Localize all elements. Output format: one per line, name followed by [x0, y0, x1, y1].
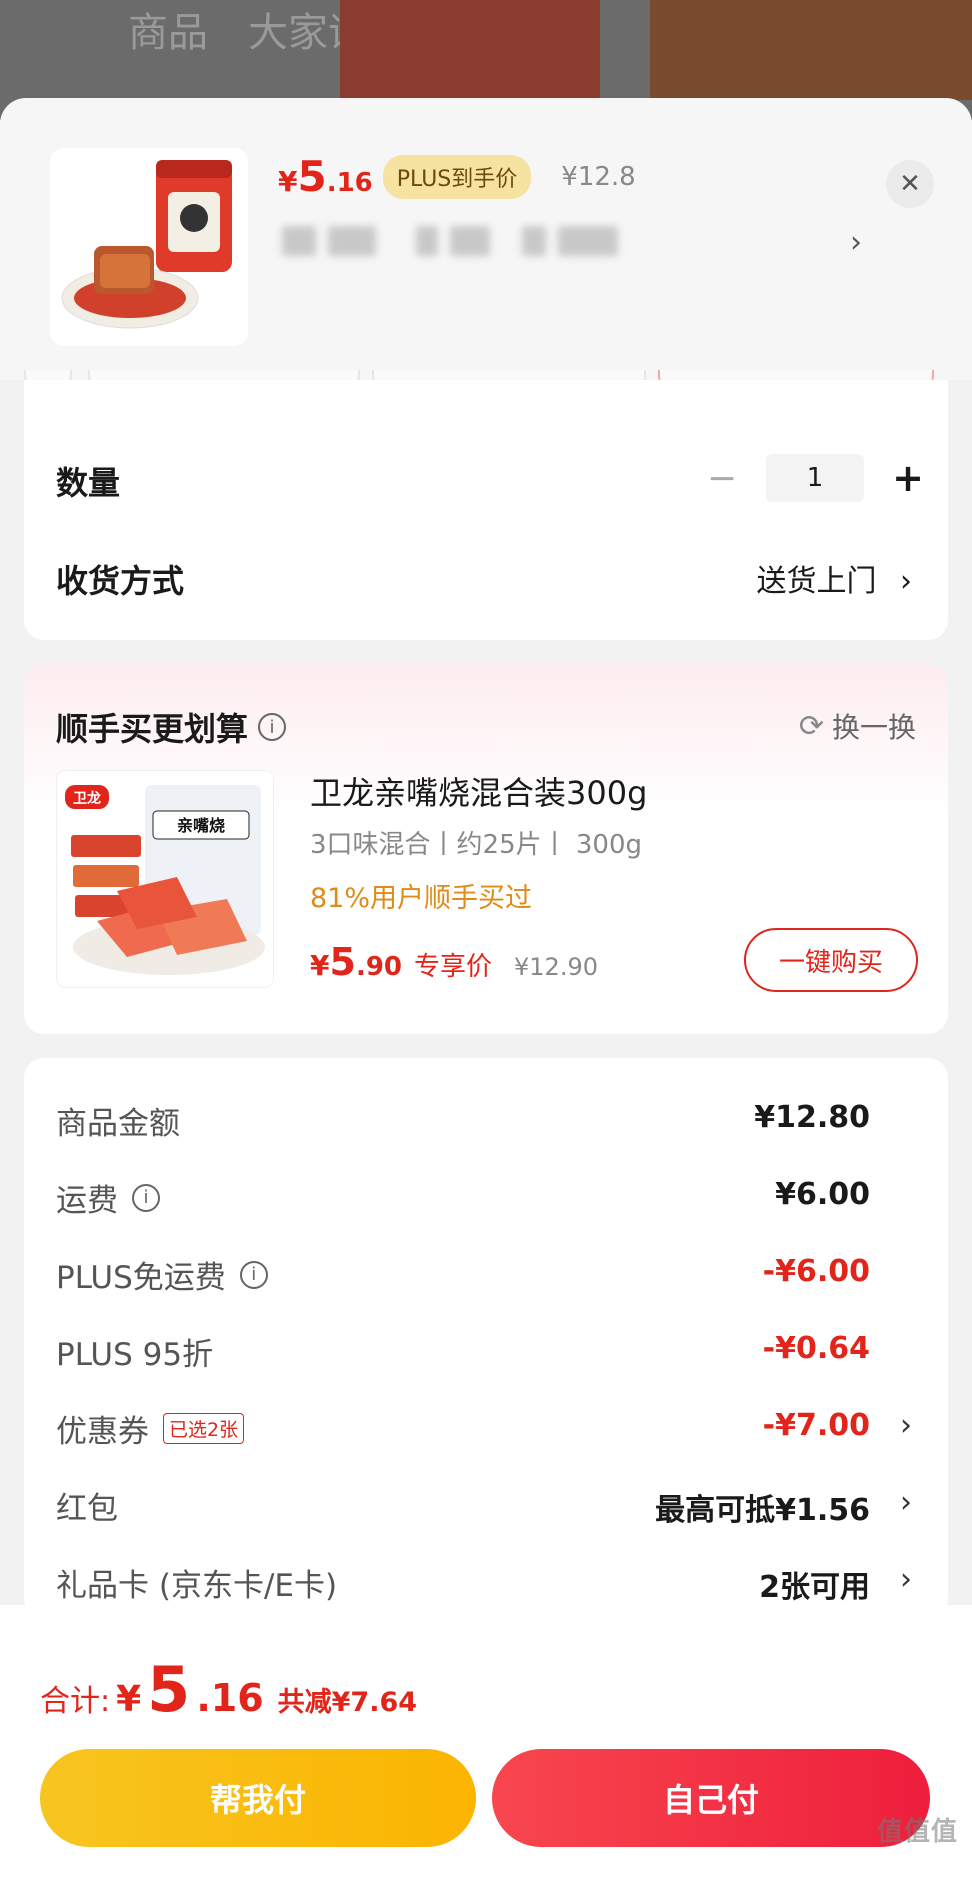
addon-product-spec: 3口味混合丨约25片丨 300g [310, 830, 643, 860]
chevron-right-icon: › [900, 564, 912, 599]
delivery-method-selector[interactable]: 送货上门 › [756, 556, 912, 600]
info-icon[interactable]: i [132, 1183, 160, 1212]
coupon-label-text: 优惠券 [56, 1414, 149, 1450]
addon-original-price: ¥12.90 [514, 953, 598, 981]
spec-card: 数量 − 1 + 收货方式 送货上门 › [24, 380, 948, 640]
one-click-buy-button[interactable]: 一键购买 [744, 928, 918, 992]
quantity-input[interactable]: 1 [766, 454, 864, 502]
shipping-label-text: 运费 [56, 1183, 118, 1219]
redpacket-value: 最高可抵¥1.56 [655, 1493, 870, 1528]
addon-title-text: 顺手买更划算 [56, 710, 249, 748]
plus-free-shipping-label: PLUS免运费 i [56, 1252, 268, 1297]
quantity-decrease-button[interactable]: − [702, 458, 742, 499]
shipping-label: 运费 i [56, 1175, 160, 1220]
close-icon: ✕ [899, 169, 921, 199]
chevron-right-icon: › [900, 1562, 912, 1597]
checkout-bar: 合计: ¥5.16 共减¥7.64 帮我付 自己付 值值值 [0, 1605, 972, 1896]
fee-row-coupon[interactable]: 优惠券 已选2张 -¥7.00 › [24, 1406, 948, 1456]
selected-spec-blurred[interactable] [282, 226, 618, 256]
plus-free-shipping-value: -¥6.00 [762, 1254, 870, 1289]
site-watermark: 值值值 [876, 1817, 958, 1847]
addon-purchase-stat: 81%用户顺手买过 [310, 883, 533, 914]
delivery-method-value: 送货上门 [756, 564, 877, 599]
product-price-row: ¥5.16 PLUS到手价 ¥12.8 [278, 152, 636, 202]
plus-free-shipping-text: PLUS免运费 [56, 1260, 226, 1296]
product-thumbnail [50, 148, 248, 346]
plus-discount-value: -¥0.64 [762, 1331, 870, 1366]
blurred-text [522, 226, 546, 256]
close-button[interactable]: ✕ [886, 160, 934, 208]
total-label: 合计: [40, 1684, 111, 1719]
blurred-text [282, 226, 316, 256]
quantity-increase-button[interactable]: + [888, 456, 928, 500]
shipping-value: ¥6.00 [775, 1177, 870, 1212]
total-decimal: .16 [196, 1676, 264, 1720]
quantity-stepper: − 1 + [702, 454, 928, 502]
bg-product-image [340, 0, 600, 100]
fee-row-plus-free-shipping: PLUS免运费 i -¥6.00 [24, 1252, 948, 1302]
fee-row-plus-discount: PLUS 95折 -¥0.64 [24, 1329, 948, 1379]
fee-breakdown-card: 商品金额 ¥12.80 运费 i ¥6.00 PLUS免运费 i -¥6.00 … [24, 1058, 948, 1618]
giftcard-label: 礼品卡 (京东卡/E卡) [56, 1568, 338, 1604]
bg-tab-goods: 商品 [128, 10, 208, 56]
coupon-selected-badge: 已选2张 [163, 1413, 245, 1444]
total-currency: ¥ [116, 1679, 142, 1720]
original-price: ¥12.8 [561, 162, 636, 192]
addon-image-brand: 亲嘴烧 [177, 816, 225, 835]
help-me-pay-button[interactable]: 帮我付 [40, 1749, 476, 1847]
refresh-icon: ⟳ [798, 708, 824, 744]
chevron-right-icon[interactable]: › [850, 225, 862, 260]
swap-label: 换一换 [831, 711, 916, 744]
blurred-text [558, 226, 618, 256]
addon-title: 顺手买更划算 i [56, 704, 287, 750]
coupon-value: -¥7.00 [762, 1408, 870, 1443]
blurred-text [450, 226, 490, 256]
redpacket-label: 红包 [56, 1491, 118, 1527]
fee-row-shipping: 运费 i ¥6.00 [24, 1175, 948, 1225]
addon-product-image[interactable]: 亲嘴烧 卫龙 [56, 770, 274, 988]
chevron-right-icon: › [900, 1408, 912, 1443]
pay-myself-button[interactable]: 自己付 [492, 1749, 930, 1847]
coupon-label: 优惠券 已选2张 [56, 1406, 245, 1451]
blurred-text [328, 226, 376, 256]
total-integer: 5 [147, 1653, 191, 1726]
delivery-label: 收货方式 [56, 562, 185, 600]
plus-price: ¥5.16 [278, 152, 373, 201]
fee-row-redpacket[interactable]: 红包 最高可抵¥1.56 › [24, 1483, 948, 1533]
info-icon[interactable]: i [258, 713, 287, 741]
goods-amount-value: ¥12.80 [754, 1100, 870, 1135]
bg-product-image-2 [650, 0, 972, 100]
addon-image-logo: 卫龙 [73, 790, 101, 807]
blurred-text [416, 226, 438, 256]
addon-price: ¥5.90 [310, 940, 402, 984]
total-saved: 共减¥7.64 [277, 1687, 418, 1718]
plus-price-badge: PLUS到手价 [382, 155, 532, 199]
plus-discount-label: PLUS 95折 [56, 1337, 214, 1373]
info-icon[interactable]: i [239, 1260, 268, 1289]
order-total: 合计: ¥5.16 共减¥7.64 [40, 1653, 417, 1726]
addon-product-name[interactable]: 卫龙亲嘴烧混合装300g [310, 768, 647, 814]
addon-recommendation-card: 顺手买更划算 i ⟳ 换一换 亲嘴烧 卫龙 卫龙亲嘴烧混合装300g 3口味混合… [24, 664, 948, 1034]
swap-button[interactable]: ⟳ 换一换 [799, 706, 916, 746]
fee-row-goods: 商品金额 ¥12.80 [24, 1098, 948, 1148]
chevron-right-icon: › [900, 1485, 912, 1520]
goods-amount-label: 商品金额 [56, 1106, 180, 1142]
fee-row-giftcard[interactable]: 礼品卡 (京东卡/E卡) 2张可用 › [24, 1560, 948, 1610]
exclusive-price-label: 专享价 [414, 952, 493, 982]
giftcard-value: 2张可用 [759, 1570, 870, 1605]
addon-price-row: ¥5.90 专享价 ¥12.90 [310, 940, 598, 984]
quantity-label: 数量 [56, 464, 121, 502]
